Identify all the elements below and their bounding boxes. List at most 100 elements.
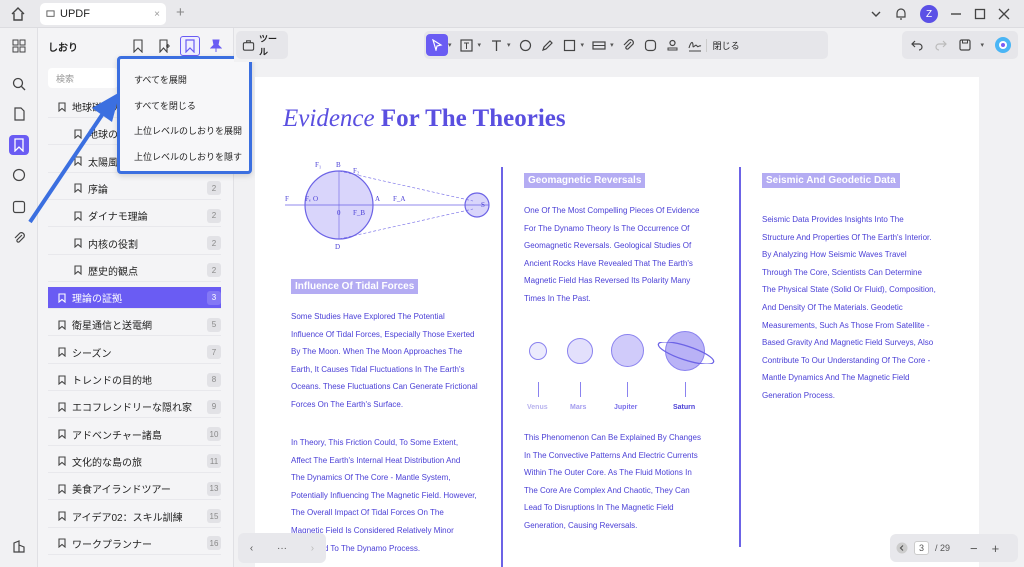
text-line: Geomagnetic Reversals. Geological Studie…: [524, 241, 692, 251]
title-italic: Evidence: [283, 105, 375, 132]
stamp-tool-icon[interactable]: [662, 34, 684, 56]
text-line: The Physical State (Solid Or Fluid), Com…: [762, 285, 936, 295]
venus-icon: [529, 342, 547, 360]
text-tool-icon[interactable]: [485, 34, 507, 56]
planet-tick: [685, 382, 686, 397]
next-page-button[interactable]: ›: [311, 543, 314, 554]
paragraph: This Phenomenon Can Be Explained By Chan…: [524, 429, 701, 535]
select-tool-icon[interactable]: [426, 34, 448, 56]
text-line: Structure And Properties Of The Earth's …: [762, 232, 932, 242]
text-line: By The Moon. When The Moon Approaches Th…: [291, 347, 463, 357]
undo-icon[interactable]: [908, 34, 926, 56]
text-line: Magnetic Field Has Reversed Its Polarity…: [524, 276, 691, 286]
scroll-up-icon[interactable]: [896, 542, 908, 554]
label-d: D: [335, 243, 340, 251]
text-line: In Theory, This Friction Could, To Some …: [291, 438, 459, 447]
save-icon[interactable]: [956, 34, 974, 56]
text-line: Ancient Rocks Have Revealed That The Ear…: [524, 258, 693, 268]
text-line: Contribute To Our Understanding Of The C…: [762, 355, 931, 365]
page-number-input[interactable]: 3: [914, 541, 930, 555]
tools-label: ツール: [259, 34, 278, 57]
heading-geomagnetic-reversals: Geomagnetic Reversals: [524, 173, 646, 188]
main-toolbar: ツール ▾ ▾ ▾ ▾ ▾ 閉じる ▾: [234, 28, 1024, 62]
text-line: Mantle Dynamics And The Magnetic Field: [762, 373, 910, 383]
prev-page-button[interactable]: ‹: [250, 543, 253, 554]
text-line: For The Dynamo Theory Is The Occurrence …: [524, 223, 690, 233]
text-line: By Analyzing How Seismic Waves Travel: [762, 250, 907, 260]
text-line: Oceans. These Fluctuations Can Generate …: [291, 382, 478, 392]
label-fa: F_A: [393, 195, 405, 203]
page-navigation: ‹ ··· ›: [238, 533, 326, 563]
label-b: B: [336, 161, 341, 169]
text-line: Through The Core, Scientists Can Determi…: [762, 267, 922, 277]
text-line: Some Studies Have Explored The Potential: [291, 312, 445, 321]
zoom-in-button[interactable]: +: [992, 541, 1000, 556]
signature-tool-icon[interactable]: [684, 34, 706, 56]
label-f2: F₂: [353, 167, 360, 175]
paragraph: Some Studies Have Explored The Potential…: [291, 308, 478, 414]
paragraph: One Of The Most Compelling Pieces Of Evi…: [524, 202, 700, 308]
text-line: Within The Outer Core. As The Fluid Moti…: [524, 468, 692, 478]
text-line: And Density Of The Materials. Geodetic: [762, 302, 903, 312]
zoom-out-button[interactable]: −: [970, 541, 978, 556]
text-line: The Core Are Complex And Chaotic, They C…: [524, 485, 690, 495]
tidal-force-diagram: F₁ B F₂ F Fₑ O 0 F_B A F_A D S: [285, 161, 490, 251]
label-zero: 0: [337, 209, 341, 217]
paragraph: Seismic Data Provides Insights Into The S…: [762, 211, 936, 405]
text-line: Earth, It Causes Tidal Fluctuations In T…: [291, 364, 465, 374]
page-zoom-control: 3 / 29 − +: [890, 534, 1018, 562]
text-line: One Of The Most Compelling Pieces Of Evi…: [524, 206, 700, 215]
planet-label-mars: Mars: [570, 404, 587, 411]
planet-label-saturn: Saturn: [673, 404, 696, 411]
annotation-tools: ▾ ▾ ▾ ▾ ▾ 閉じる: [424, 31, 828, 59]
text-line: Forces On The Earth's Surface.: [291, 399, 404, 409]
more-button[interactable]: ···: [277, 543, 287, 554]
planet-label-venus: Venus: [527, 404, 548, 411]
text-line: Influence Of Tidal Forces, Especially Th…: [291, 329, 475, 339]
text-line: Generation, Causing Reversals.: [524, 520, 638, 530]
pencil-tool-icon[interactable]: [537, 34, 559, 56]
page-total: / 29: [935, 543, 951, 553]
textbox-tool-icon[interactable]: [456, 34, 478, 56]
comment-tool-icon[interactable]: [515, 34, 537, 56]
planet-tick: [627, 382, 628, 397]
column-divider: [739, 167, 741, 547]
toolbox-icon: [242, 39, 255, 52]
text-line: The Dynamics Of The Core - Mantle System…: [291, 473, 451, 483]
page-title: Evidence For The Theories: [283, 105, 566, 133]
heading-seismic-data: Seismic And Geodetic Data: [762, 173, 900, 188]
saturn-ring: [657, 342, 715, 364]
jupiter-icon: [611, 334, 644, 367]
pdf-page: Evidence For The Theories F₁ B F₂ F Fₑ O…: [255, 77, 979, 567]
title-bold: For The Theories: [380, 105, 566, 132]
label-fe: Fₑ: [305, 195, 311, 203]
text-line: The Overall Impact Of Tidal Forces On Th…: [291, 508, 444, 518]
planet-tick: [538, 382, 539, 397]
ai-assistant-icon[interactable]: [994, 36, 1012, 54]
text-line: In The Convective Patterns And Electric …: [524, 450, 698, 460]
shape-tool-icon[interactable]: [559, 34, 581, 56]
planet-label-jupiter: Jupiter: [614, 404, 638, 411]
label-f1: F₁: [315, 161, 321, 169]
text-line: Affect The Earth's Internal Heat Distrib…: [291, 455, 461, 465]
planet-tick: [580, 382, 581, 397]
stamp-strip-tool-icon[interactable]: [588, 34, 610, 56]
sticker-tool-icon[interactable]: [640, 34, 662, 56]
attach-tool-icon[interactable]: [618, 34, 640, 56]
text-line: Times In The Past.: [524, 293, 591, 303]
text-line: Potentially Influencing The Magnetic Fie…: [291, 490, 477, 500]
text-line: Based Gravity And Magnetic Field Surveys…: [762, 338, 934, 348]
text-line: Lead To Disruptions In The Magnetic Fiel…: [524, 503, 674, 513]
mars-icon: [567, 338, 593, 364]
label-o: O: [313, 195, 318, 203]
close-edit-button[interactable]: 閉じる: [705, 38, 746, 52]
label-a: A: [375, 195, 380, 203]
label-fb: F_B: [353, 209, 365, 217]
text-line: Generation Process.: [762, 390, 835, 400]
heading-tidal-forces: Influence Of Tidal Forces: [291, 279, 419, 294]
label-s: S: [481, 201, 485, 209]
text-line: Seismic Data Provides Insights Into The: [762, 215, 904, 224]
redo-icon[interactable]: [932, 34, 950, 56]
tools-button[interactable]: ツール: [236, 31, 288, 59]
column-divider: [501, 167, 503, 567]
